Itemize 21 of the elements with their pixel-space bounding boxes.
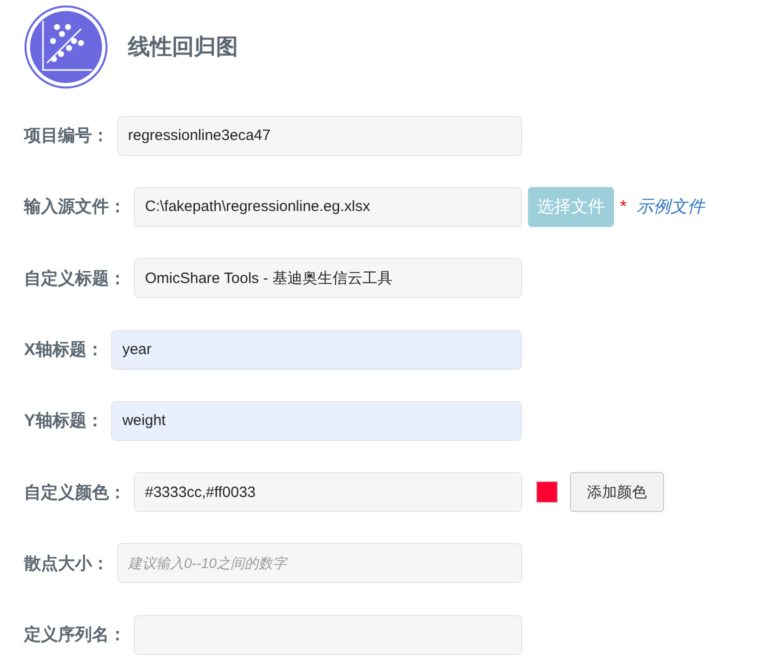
required-mark: * bbox=[620, 196, 627, 217]
input-field[interactable]: C:\fakepath\regressionline.eg.xlsx bbox=[134, 186, 522, 227]
color-swatch[interactable] bbox=[536, 481, 558, 504]
input-field[interactable] bbox=[134, 614, 522, 655]
field-label: X轴标题： bbox=[24, 339, 104, 362]
field-label: Y轴标题： bbox=[24, 410, 104, 432]
field-label: 散点大小： bbox=[24, 552, 109, 575]
field-label: 输入源文件： bbox=[24, 196, 126, 218]
field-label: 自定义标题： bbox=[24, 268, 126, 290]
add-color-button[interactable]: 添加颜色 bbox=[570, 472, 664, 512]
input-field[interactable]: weight bbox=[111, 400, 522, 441]
page-title: 线性回归图 bbox=[128, 33, 238, 61]
input-field[interactable]: year bbox=[111, 330, 522, 370]
field-label: 定义序列名： bbox=[24, 624, 126, 646]
field-label: 项目编号： bbox=[24, 125, 109, 148]
example-file-link[interactable]: 示例文件 bbox=[636, 195, 705, 218]
input-field[interactable]: regressionline3eca47 bbox=[117, 116, 522, 156]
input-field[interactable]: OmicShare Tools - 基迪奥生信云工具 bbox=[134, 258, 522, 298]
input-field[interactable]: #3333cc,#ff0033 bbox=[134, 472, 522, 512]
field-label: 自定义颜色： bbox=[24, 482, 126, 504]
scatter-plot-icon bbox=[24, 5, 108, 89]
